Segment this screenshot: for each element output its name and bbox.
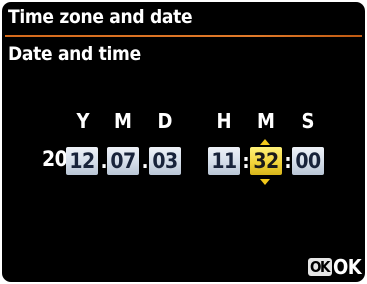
column-header-minute: M xyxy=(257,109,275,133)
ok-button-label: OK xyxy=(332,255,362,279)
ok-button-icon: OK xyxy=(308,258,332,276)
month-field[interactable]: 07 xyxy=(107,147,139,175)
column-header-year: Y xyxy=(76,109,90,133)
hour-field[interactable]: 11 xyxy=(208,147,240,175)
ok-button[interactable]: OK OK xyxy=(308,255,362,279)
camera-menu-screen: Time zone and date Date and time Y M D H… xyxy=(2,2,365,282)
second-field[interactable]: 00 xyxy=(292,147,324,175)
increment-arrow-icon[interactable] xyxy=(260,139,270,145)
column-header-second: S xyxy=(301,109,315,133)
page-title: Date and time xyxy=(8,43,141,65)
year-field[interactable]: 12 xyxy=(66,147,98,175)
column-header-day: D xyxy=(157,109,173,133)
decrement-arrow-icon[interactable] xyxy=(260,179,270,185)
column-header-month: M xyxy=(114,109,132,133)
title-divider xyxy=(5,35,362,37)
column-header-hour: H xyxy=(216,109,232,133)
year-prefix: 20 xyxy=(42,147,68,171)
menu-title: Time zone and date xyxy=(8,6,193,28)
minute-field[interactable]: 32 xyxy=(250,147,282,175)
day-field[interactable]: 03 xyxy=(149,147,181,175)
